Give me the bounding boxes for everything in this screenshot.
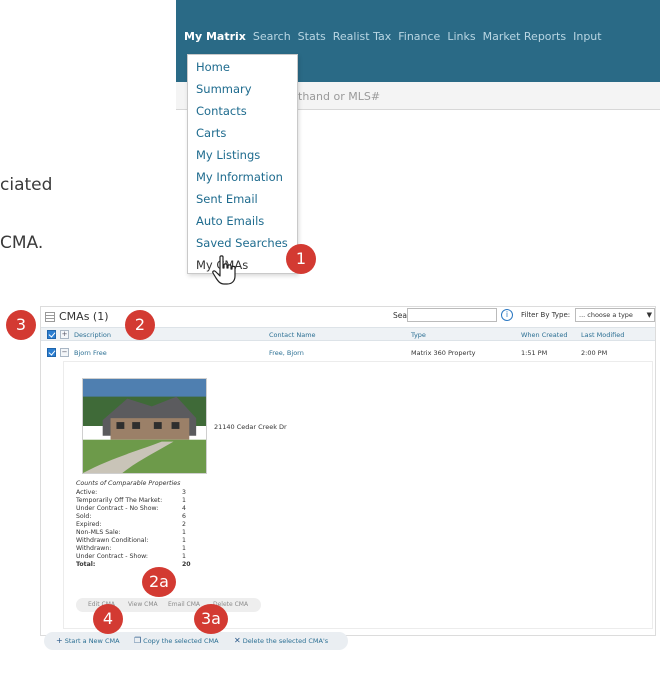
callout-2a: 2a (142, 567, 176, 597)
copy-icon: ❐ (134, 636, 142, 645)
row-type: Matrix 360 Property (411, 349, 476, 357)
filter-label: Filter By Type: (521, 311, 571, 319)
menu-item-auto-emails[interactable]: Auto Emails (196, 214, 264, 228)
body-text-fragment-2: CMA. (0, 233, 44, 253)
callout-3a: 3a (194, 604, 228, 634)
start-new-cma-label: Start a New CMA (64, 637, 120, 645)
count-label: Under Contract - No Show: (76, 505, 159, 512)
menu-item-my-listings[interactable]: My Listings (196, 148, 260, 162)
nav-my-matrix[interactable]: My Matrix (184, 30, 246, 52)
cma-search-input[interactable] (407, 308, 497, 322)
my-matrix-dropdown: Home Summary Contacts Carts My Listings … (187, 54, 298, 274)
copy-cma-label: Copy the selected CMA (143, 637, 219, 645)
email-cma-button[interactable]: Email CMA (168, 601, 200, 608)
count-label: Non-MLS Sale: (76, 529, 121, 536)
count-value: 1 (182, 529, 186, 536)
list-icon (45, 312, 55, 322)
menu-item-sent-email[interactable]: Sent Email (196, 192, 258, 206)
panel-title: CMAs (1) (59, 310, 109, 323)
row-description-link[interactable]: Bjorn Free (74, 349, 107, 357)
nav-links[interactable]: Links (447, 30, 475, 52)
nav-input[interactable]: Input (573, 30, 601, 52)
col-when-created[interactable]: When Created (521, 331, 567, 339)
counts-title: Counts of Comparable Properties (76, 480, 181, 487)
delete-selected-label: Delete the selected CMA's (242, 637, 329, 645)
copy-cma-button[interactable]: ❐ Copy the selected CMA (134, 636, 219, 645)
menu-item-contacts[interactable]: Contacts (196, 104, 247, 118)
count-value: 3 (182, 489, 186, 496)
count-label: Under Contract - Show: (76, 553, 148, 560)
col-type[interactable]: Type (411, 331, 426, 339)
count-value: 2 (182, 521, 186, 528)
property-photo (82, 378, 207, 474)
property-address: 21140 Cedar Creek Dr (214, 423, 287, 431)
nav-stats[interactable]: Stats (298, 30, 326, 52)
cma-bottom-toolbar: + Start a New CMA ❐ Copy the selected CMA … (44, 632, 348, 650)
speed-bar-placeholder: thand or MLS# (298, 90, 381, 103)
row-contact-link[interactable]: Free, Bjorn (269, 349, 304, 357)
callout-1: 1 (286, 244, 316, 274)
nav-finance[interactable]: Finance (398, 30, 440, 52)
count-label: Active: (76, 489, 98, 496)
collapse-row-icon[interactable]: − (60, 348, 69, 357)
menu-item-saved-searches[interactable]: Saved Searches (196, 236, 288, 250)
col-last-modified[interactable]: Last Modified (581, 331, 624, 339)
expand-all-icon[interactable]: + (60, 330, 69, 339)
callout-2: 2 (125, 310, 155, 340)
menu-item-carts[interactable]: Carts (196, 126, 226, 140)
start-new-cma-button[interactable]: + Start a New CMA (56, 636, 120, 645)
count-label: Withdrawn: (76, 545, 112, 552)
callout-4: 4 (93, 604, 123, 634)
delete-x-icon: ✕ (234, 636, 241, 645)
filter-type-select[interactable]: ... choose a type ▼ (575, 308, 655, 322)
row-created: 1:51 PM (521, 349, 548, 357)
info-icon[interactable]: i (501, 309, 513, 321)
count-value: 1 (182, 537, 186, 544)
count-value: 6 (182, 513, 186, 520)
col-contact-name[interactable]: Contact Name (269, 331, 316, 339)
callout-3: 3 (6, 310, 36, 340)
delete-selected-cma-button[interactable]: ✕ Delete the selected CMA's (234, 636, 328, 645)
count-total-label: Total: (76, 561, 96, 568)
count-label: Temporarily Off The Market: (76, 497, 163, 504)
row-modified: 2:00 PM (581, 349, 608, 357)
count-value: 1 (182, 497, 186, 504)
cma-panel: CMAs (1) Search: i Filter By Type: ... c… (40, 306, 656, 636)
nav-menu: My Matrix Search Stats Realist Tax Finan… (176, 30, 602, 52)
count-total-value: 20 (182, 561, 191, 568)
nav-search[interactable]: Search (253, 30, 291, 52)
col-description[interactable]: Description (74, 331, 111, 339)
count-value: 1 (182, 545, 186, 552)
nav-market-reports[interactable]: Market Reports (483, 30, 567, 52)
select-all-checkbox[interactable] (47, 330, 56, 339)
count-value: 1 (182, 553, 186, 560)
count-label: Expired: (76, 521, 102, 528)
hand-cursor-icon (212, 255, 236, 285)
body-text-fragment-1: ciated (0, 175, 53, 195)
filter-select-value: ... choose a type (579, 311, 633, 319)
row-checkbox[interactable] (47, 348, 56, 357)
count-value: 4 (182, 505, 186, 512)
count-label: Sold: (76, 513, 92, 520)
nav-realist-tax[interactable]: Realist Tax (333, 30, 391, 52)
count-label: Withdrawn Conditional: (76, 537, 149, 544)
menu-item-home[interactable]: Home (196, 60, 230, 74)
view-cma-button[interactable]: View CMA (128, 601, 158, 608)
chevron-down-icon: ▼ (646, 311, 652, 319)
plus-icon: + (56, 636, 63, 645)
menu-item-summary[interactable]: Summary (196, 82, 252, 96)
menu-item-my-information[interactable]: My Information (196, 170, 283, 184)
